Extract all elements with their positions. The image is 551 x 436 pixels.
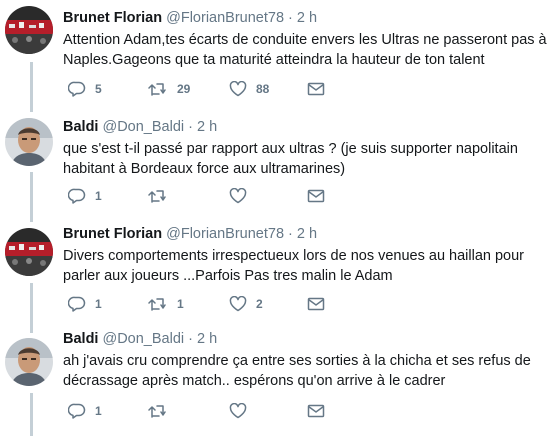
reply-count: 1	[95, 297, 102, 311]
avatar[interactable]	[5, 118, 53, 166]
tweet-text: Attention Adam,tes écarts de conduite en…	[63, 30, 547, 70]
tweet-actions: 1 1 2	[63, 294, 363, 314]
retweet-button[interactable]: 29	[148, 79, 190, 99]
tweet-header: Brunet Florian @FlorianBrunet78 · 2 h	[63, 8, 545, 28]
like-count: 88	[256, 82, 270, 96]
reply-button[interactable]: 1	[68, 401, 102, 421]
message-button[interactable]	[307, 294, 325, 314]
tweet-text: ah j'avais cru comprendre ça entre ses s…	[63, 351, 545, 391]
avatar[interactable]	[5, 6, 53, 54]
tweet-text: que s'est t-il passé par rapport aux ult…	[63, 139, 545, 179]
tweet-actions: 5 29 88	[63, 79, 363, 99]
tweet-header: Baldi @Don_Baldi · 2 h	[63, 329, 545, 349]
reply-icon	[68, 188, 86, 204]
tweet-text-line: ah j'avais cru comprendre ça entre ses s…	[63, 353, 531, 369]
like-icon	[229, 188, 247, 204]
reply-count: 1	[95, 189, 102, 203]
like-icon	[229, 296, 247, 312]
retweet-button[interactable]: 1	[148, 294, 184, 314]
reply-button[interactable]: 5	[68, 79, 102, 99]
timestamp[interactable]: 2 h	[197, 331, 217, 347]
retweet-button[interactable]	[148, 186, 177, 206]
tweet-text-line: que s'est t-il passé par rapport aux ult…	[63, 141, 518, 157]
tweet-text-line: Attention Adam,tes écarts de conduite en…	[63, 32, 547, 48]
reply-icon	[68, 81, 86, 97]
timestamp[interactable]: 2 h	[197, 119, 217, 135]
retweet-count: 29	[177, 82, 191, 96]
tweet-header: Brunet Florian @FlorianBrunet78 · 2 h	[63, 224, 545, 244]
tweet-text-line: habitant à Bordeaux force aux ultramarin…	[63, 161, 346, 177]
thread-line	[30, 283, 33, 333]
tweet-actions: 1	[63, 401, 363, 421]
author-handle[interactable]: @FlorianBrunet78	[166, 10, 284, 26]
tweet-text-line: Naples.Gageons que ta maturité atteindra…	[63, 52, 485, 68]
like-count: 2	[256, 297, 263, 311]
tweet-header: Baldi @Don_Baldi · 2 h	[63, 117, 545, 137]
message-button[interactable]	[307, 79, 325, 99]
message-icon	[307, 189, 325, 203]
retweet-icon	[148, 190, 166, 203]
author-name[interactable]: Brunet Florian	[63, 226, 162, 242]
tweet-text: Divers comportements irrespectueux lors …	[63, 246, 545, 286]
thread-line	[30, 172, 33, 222]
timestamp[interactable]: 2 h	[297, 10, 317, 26]
tweet-actions: 1	[63, 186, 363, 206]
timestamp[interactable]: 2 h	[297, 226, 317, 242]
retweet-button[interactable]	[148, 401, 177, 421]
author-handle[interactable]: @Don_Baldi	[102, 119, 184, 135]
retweet-icon	[148, 298, 166, 311]
like-button[interactable]	[229, 186, 256, 206]
message-button[interactable]	[307, 186, 325, 206]
message-icon	[307, 404, 325, 418]
separator-dot: ·	[288, 10, 293, 26]
thread-line	[30, 393, 33, 436]
message-button[interactable]	[307, 401, 325, 421]
reply-button[interactable]: 1	[68, 186, 102, 206]
author-name[interactable]: Brunet Florian	[63, 10, 162, 26]
author-handle[interactable]: @FlorianBrunet78	[166, 226, 284, 242]
like-icon	[229, 81, 247, 97]
tweet-text-line: parler aux joueurs ...Parfois Pas tres m…	[63, 268, 393, 284]
like-icon	[229, 403, 247, 419]
separator-dot: ·	[288, 226, 293, 242]
tweet-text-line: décrassage après match.. espérons qu'on …	[63, 373, 446, 389]
author-name[interactable]: Baldi	[63, 119, 98, 135]
message-icon	[307, 82, 325, 96]
retweet-count: 1	[177, 297, 184, 311]
avatar[interactable]	[5, 228, 53, 276]
like-button[interactable]: 2	[229, 294, 263, 314]
like-button[interactable]	[229, 401, 256, 421]
like-button[interactable]: 88	[229, 79, 269, 99]
retweet-icon	[148, 405, 166, 418]
separator-dot: ·	[188, 119, 193, 135]
reply-icon	[68, 296, 86, 312]
avatar[interactable]	[5, 338, 53, 386]
retweet-icon	[148, 83, 166, 96]
message-icon	[307, 297, 325, 311]
thread-line	[30, 62, 33, 112]
tweet-text-line: Divers comportements irrespectueux lors …	[63, 248, 525, 264]
reply-count: 1	[95, 404, 102, 418]
separator-dot: ·	[188, 331, 193, 347]
reply-button[interactable]: 1	[68, 294, 102, 314]
author-name[interactable]: Baldi	[63, 331, 98, 347]
reply-icon	[68, 403, 86, 419]
author-handle[interactable]: @Don_Baldi	[102, 331, 184, 347]
reply-count: 5	[95, 82, 102, 96]
